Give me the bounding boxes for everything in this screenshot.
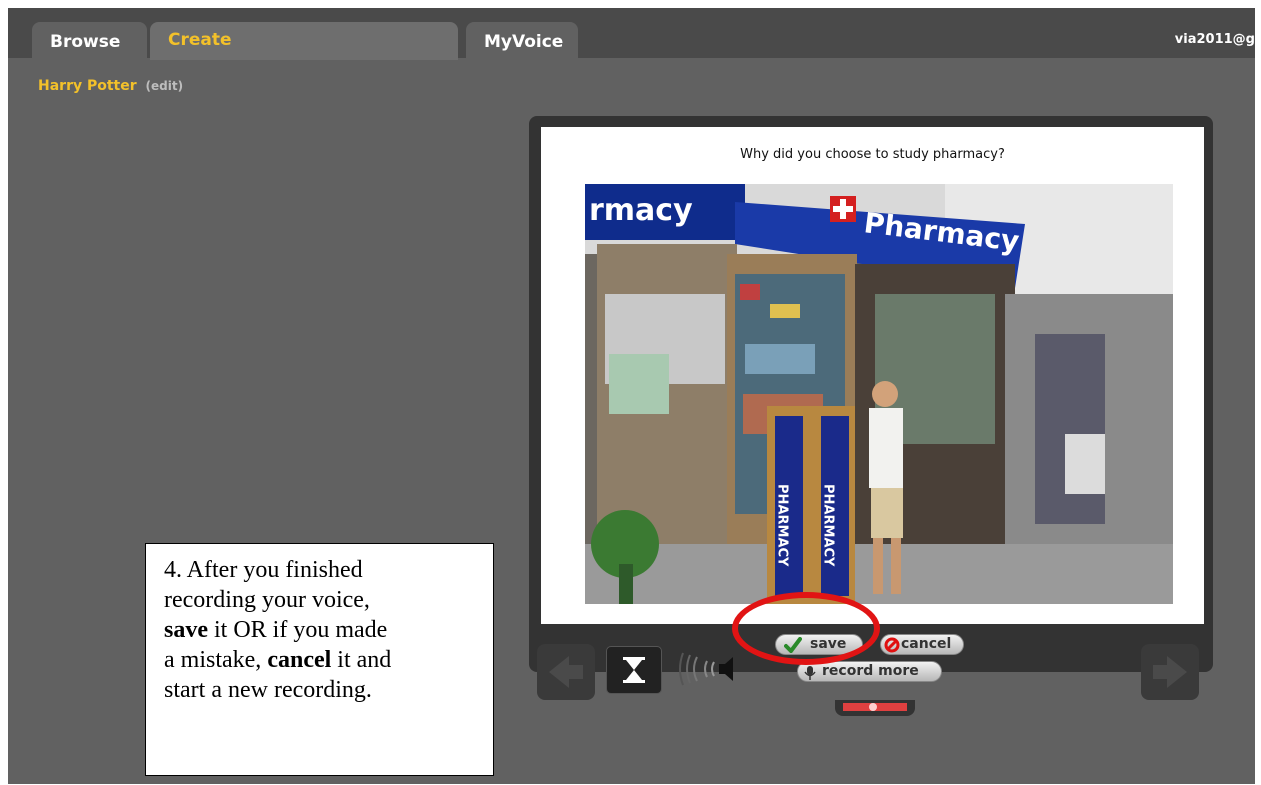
breadcrumb: Harry Potter (edit) bbox=[38, 78, 183, 94]
voicethread-player: Why did you choose to study pharmacy? rm… bbox=[529, 116, 1213, 716]
slide-question: Why did you choose to study pharmacy? bbox=[740, 147, 1005, 162]
slide: Why did you choose to study pharmacy? rm… bbox=[541, 127, 1204, 624]
user-account[interactable]: via2011@g bbox=[1175, 32, 1255, 47]
callout-line-3-rest: it OR if you made bbox=[208, 617, 388, 643]
cancel-button[interactable]: cancel bbox=[880, 634, 964, 655]
slider-knob[interactable] bbox=[869, 703, 877, 711]
callout-line-1: 4. After you finished bbox=[164, 557, 363, 583]
instruction-callout: 4. After you finished recording your voi… bbox=[145, 543, 494, 776]
top-bar: Browse Create MyVoice via2011@g bbox=[8, 8, 1255, 60]
tab-browse[interactable]: Browse bbox=[32, 22, 147, 60]
callout-line-4-text: a mistake, bbox=[164, 647, 268, 673]
tab-myvoice[interactable]: MyVoice bbox=[466, 22, 578, 60]
previous-slide-button[interactable] bbox=[537, 644, 595, 700]
callout-line-5-rest: it and bbox=[331, 647, 392, 673]
callout-cancel-word: cancel bbox=[267, 647, 332, 673]
cancel-label: cancel bbox=[901, 636, 952, 652]
callout-line-6: start a new recording. bbox=[164, 677, 372, 703]
voicethread-title: Harry Potter bbox=[38, 78, 137, 94]
pillar-text-right: PHARMACY bbox=[821, 484, 836, 567]
pillar-text-left: PHARMACY bbox=[775, 484, 790, 567]
callout-line-4: a mistake, cancel it and bbox=[164, 645, 483, 675]
record-more-label: record more bbox=[822, 663, 919, 679]
playback-slider[interactable] bbox=[835, 700, 915, 716]
edit-link[interactable]: (edit) bbox=[146, 79, 184, 93]
speaker-icon bbox=[677, 649, 743, 689]
next-arrow-icon bbox=[1153, 656, 1187, 688]
callout-line-3: save it OR if you made bbox=[164, 615, 483, 645]
sign-left-text: rmacy bbox=[589, 193, 693, 228]
microphone-icon bbox=[804, 666, 816, 680]
next-slide-button[interactable] bbox=[1141, 644, 1199, 700]
callout-save-word: save bbox=[164, 617, 208, 643]
tab-create[interactable]: Create bbox=[150, 22, 458, 60]
pharmacy-photo: rmacy Pharmacy PHARMACY PHARMACY bbox=[585, 184, 1173, 604]
timer-button[interactable] bbox=[606, 646, 662, 694]
cancel-circle-icon bbox=[884, 637, 900, 653]
callout-line-2: recording your voice, bbox=[164, 587, 370, 613]
highlight-circle bbox=[732, 592, 880, 665]
prev-arrow-icon bbox=[549, 656, 583, 688]
hourglass-icon bbox=[623, 657, 645, 683]
